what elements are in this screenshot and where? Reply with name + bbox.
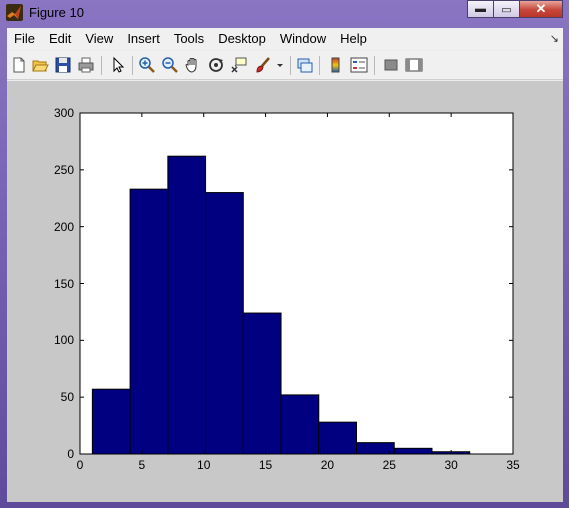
figure-canvas: 0 5 10 15 20 25 30 35 0 50 100 150 200 250 300	[7, 81, 563, 502]
colorbar-icon[interactable]	[327, 56, 345, 74]
minimize-button[interactable]: ▬	[467, 0, 494, 18]
y-tick-label: 0	[67, 447, 74, 461]
figure-toolbar	[7, 51, 563, 80]
menu-tools[interactable]: Tools	[167, 28, 211, 50]
x-tick-label: 10	[197, 458, 211, 472]
window-client: File Edit View Insert Tools Desktop Wind…	[7, 28, 563, 502]
histogram-bar	[393, 447, 433, 455]
menu-edit[interactable]: Edit	[42, 28, 78, 50]
histogram-bar	[129, 188, 169, 455]
close-button[interactable]: ✕	[519, 0, 563, 18]
title-bar[interactable]: Figure 10 ▬ ▭ ✕	[0, 0, 569, 26]
y-tick-label: 250	[53, 162, 74, 177]
figure-window: Figure 10 ▬ ▭ ✕ File Edit View Insert To…	[0, 0, 569, 508]
rotate-3d-icon[interactable]	[207, 56, 225, 74]
x-tick-label: 20	[320, 458, 335, 472]
data-cursor-icon[interactable]	[230, 56, 248, 74]
menu-desktop[interactable]: Desktop	[211, 28, 273, 50]
histogram-bar	[167, 155, 207, 455]
histogram-bar	[356, 442, 395, 455]
dock-arrow-icon[interactable]: ↘	[550, 32, 559, 45]
save-icon[interactable]	[54, 56, 72, 74]
zoom-in-icon[interactable]	[138, 56, 156, 74]
print-icon[interactable]	[77, 56, 95, 74]
x-tick-label: 30	[444, 458, 458, 472]
histogram-bar	[242, 312, 282, 455]
maximize-button[interactable]: ▭	[493, 0, 520, 18]
legend-icon[interactable]	[350, 56, 368, 74]
y-tick-label: 50	[60, 390, 74, 405]
histogram-bar	[91, 388, 131, 455]
edit-plot-arrow-icon[interactable]	[109, 56, 127, 74]
menu-bar: File Edit View Insert Tools Desktop Wind…	[7, 28, 563, 50]
histogram-plot[interactable]	[7, 81, 563, 502]
y-tick-label: 150	[53, 276, 74, 291]
x-tick-label: 15	[258, 458, 273, 472]
pan-hand-icon[interactable]	[184, 56, 202, 74]
x-tick-label: 5	[138, 458, 146, 472]
y-tick-label: 200	[53, 219, 74, 234]
menu-help[interactable]: Help	[333, 28, 374, 50]
x-tick-label: 25	[382, 458, 396, 472]
y-tick-label: 100	[53, 333, 74, 348]
menu-insert[interactable]: Insert	[120, 28, 167, 50]
link-plot-icon[interactable]	[296, 56, 314, 74]
open-file-icon[interactable]	[31, 56, 49, 74]
menu-window[interactable]: Window	[273, 28, 333, 50]
hide-plot-tools-icon[interactable]	[382, 56, 400, 74]
show-plot-tools-icon[interactable]	[405, 56, 423, 74]
histogram-bar	[280, 394, 320, 455]
window-title: Figure 10	[29, 5, 84, 20]
histogram-bar	[318, 421, 358, 455]
zoom-out-icon[interactable]	[161, 56, 179, 74]
matlab-icon	[6, 4, 23, 21]
new-figure-icon[interactable]	[10, 56, 28, 74]
x-tick-label: 35	[506, 458, 520, 472]
menu-file[interactable]: File	[7, 28, 42, 50]
menu-view[interactable]: View	[78, 28, 120, 50]
brush-dropdown-icon[interactable]	[275, 56, 285, 74]
histogram-bar	[205, 192, 244, 455]
brush-icon[interactable]	[254, 56, 272, 74]
y-tick-label: 300	[53, 106, 74, 120]
